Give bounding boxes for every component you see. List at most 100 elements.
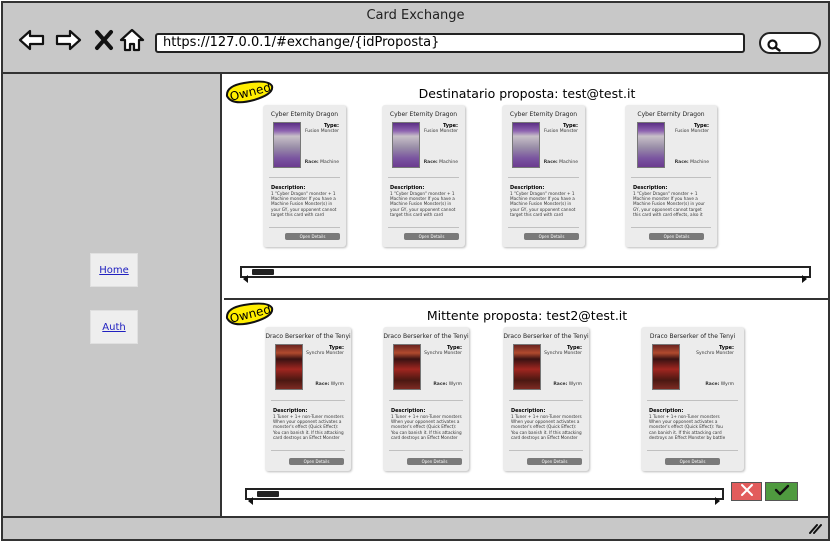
card: Cyber Eternity Dragon Type: Fusion Monst… — [502, 105, 585, 247]
card-description: 1 "Cyber Dragon" monster + 1 Machine mon… — [510, 191, 576, 217]
card-type: Synchro Monster — [696, 351, 734, 356]
open-details-button[interactable]: Open Details — [665, 458, 720, 465]
card-name: Draco Berserker of the Tenyi — [265, 333, 351, 340]
card-type: Fusion Monster — [423, 129, 458, 134]
open-details-button[interactable]: Open Details — [524, 233, 579, 240]
card: Cyber Eternity Dragon Type: Fusion Monst… — [625, 105, 717, 247]
card-image — [392, 122, 420, 168]
url-input[interactable]: https://127.0.0.1/#exchange/{idProposta} — [155, 33, 745, 53]
card: Draco Berserker of the Tenyi Type: Synch… — [265, 327, 351, 471]
reject-x-icon — [740, 482, 754, 501]
open-details-button[interactable]: Open Details — [649, 233, 704, 240]
card-race: Race: Wyrm — [705, 382, 734, 387]
card-type: Fusion Monster — [543, 129, 578, 134]
card-divider — [271, 400, 345, 401]
card-name: Cyber Eternity Dragon — [389, 111, 458, 118]
sidebar: Home Auth — [3, 74, 222, 516]
search-input[interactable] — [759, 32, 821, 54]
card-divider — [388, 227, 459, 228]
card-race: Race: Wyrm — [315, 382, 344, 387]
card: Draco Berserker of the Tenyi Type: Synch… — [383, 327, 469, 471]
accept-button[interactable] — [765, 482, 798, 501]
card-image — [275, 344, 303, 390]
card-image — [273, 122, 301, 168]
horizontal-scrollbar[interactable] — [245, 488, 724, 505]
scroll-thumb[interactable] — [252, 269, 274, 275]
card-race: Race: Wyrm — [553, 382, 582, 387]
close-icon[interactable] — [89, 25, 119, 55]
card: Draco Berserker of the Tenyi Type: Synch… — [503, 327, 589, 471]
scroll-left-icon[interactable] — [247, 490, 256, 505]
open-details-button[interactable]: Open Details — [404, 233, 459, 240]
card-divider — [389, 400, 463, 401]
window-title: Card Exchange — [366, 8, 465, 23]
search-icon — [767, 37, 781, 56]
open-details-button[interactable]: Open Details — [407, 458, 462, 465]
scroll-right-icon[interactable] — [713, 490, 722, 505]
status-bar — [3, 516, 828, 539]
card-divider — [647, 400, 738, 401]
home-icon[interactable] — [117, 25, 147, 55]
horizontal-scrollbar[interactable] — [240, 266, 811, 283]
card-type: Fusion Monster — [674, 129, 709, 134]
card-type: Synchro Monster — [424, 351, 462, 356]
card-divider — [508, 177, 579, 178]
card-divider — [389, 450, 463, 451]
scroll-right-icon[interactable] — [800, 268, 809, 283]
sidebar-item-home[interactable]: Home — [90, 253, 138, 287]
card-divider — [631, 177, 711, 178]
card-description: 1 "Cyber Dragon" monster + 1 Machine mon… — [390, 191, 456, 217]
open-details-button[interactable]: Open Details — [527, 458, 582, 465]
accept-check-icon — [774, 482, 790, 501]
card-race: Race: Machine — [674, 160, 709, 165]
card-name: Draco Berserker of the Tenyi — [649, 333, 736, 340]
card-image — [393, 344, 421, 390]
card-type: Synchro Monster — [306, 351, 344, 356]
sidebar-item-auth[interactable]: Auth — [90, 310, 138, 344]
card-description: 1 "Cyber Dragon" monster + 1 Machine mon… — [271, 191, 337, 217]
card-name: Cyber Eternity Dragon — [509, 111, 578, 118]
reject-button[interactable] — [731, 482, 762, 501]
card-divider — [269, 227, 340, 228]
card-description: 1 Tuner + 1+ non-Tuner monsters When you… — [649, 414, 726, 440]
card-type: Synchro Monster — [544, 351, 582, 356]
card-description: 1 "Cyber Dragon" monster + 1 Machine mon… — [633, 191, 705, 217]
card-description: 1 Tuner + 1+ non-Tuner monsters When you… — [511, 414, 582, 440]
card-image — [652, 344, 680, 390]
card-race: Race: Wyrm — [433, 382, 462, 387]
card-divider — [271, 450, 345, 451]
card-divider — [647, 450, 738, 451]
card-divider — [508, 227, 579, 228]
sender-title: Mittente proposta: test2@test.it — [426, 308, 628, 323]
card-race: Race: Machine — [543, 160, 578, 165]
card-race: Race: Machine — [423, 160, 458, 165]
open-details-button[interactable]: Open Details — [289, 458, 344, 465]
recipient-section: Owned Destinatario proposta: test@test.i… — [224, 76, 828, 295]
scroll-left-icon[interactable] — [242, 268, 251, 283]
title-bar: Card Exchange https://127.0.0.1/#exchang… — [3, 3, 828, 74]
card-description: 1 Tuner + 1+ non-Tuner monsters When you… — [273, 414, 344, 440]
forward-arrow-icon[interactable] — [53, 25, 83, 55]
card-divider — [509, 450, 583, 451]
card-image — [512, 122, 540, 168]
scroll-thumb[interactable] — [257, 491, 279, 497]
card-divider — [631, 227, 711, 228]
open-details-button[interactable]: Open Details — [285, 233, 340, 240]
card-name: Cyber Eternity Dragon — [637, 111, 705, 118]
card-image — [513, 344, 541, 390]
browser-window: Card Exchange https://127.0.0.1/#exchang… — [1, 1, 830, 541]
card-name: Draco Berserker of the Tenyi — [503, 333, 589, 340]
card: Cyber Eternity Dragon Type: Fusion Monst… — [382, 105, 465, 247]
back-arrow-icon[interactable] — [17, 25, 47, 55]
card: Cyber Eternity Dragon Type: Fusion Monst… — [263, 105, 346, 247]
card-race: Race: Machine — [304, 160, 339, 165]
resize-grip-icon[interactable] — [808, 519, 822, 538]
card-divider — [509, 400, 583, 401]
card-type: Fusion Monster — [304, 129, 339, 134]
card-image — [637, 122, 665, 168]
card-name: Draco Berserker of the Tenyi — [383, 333, 469, 340]
card-divider — [269, 177, 340, 178]
card-description: 1 Tuner + 1+ non-Tuner monsters When you… — [391, 414, 462, 440]
recipient-title: Destinatario proposta: test@test.it — [418, 86, 636, 101]
card: Draco Berserker of the Tenyi Type: Synch… — [641, 327, 744, 471]
